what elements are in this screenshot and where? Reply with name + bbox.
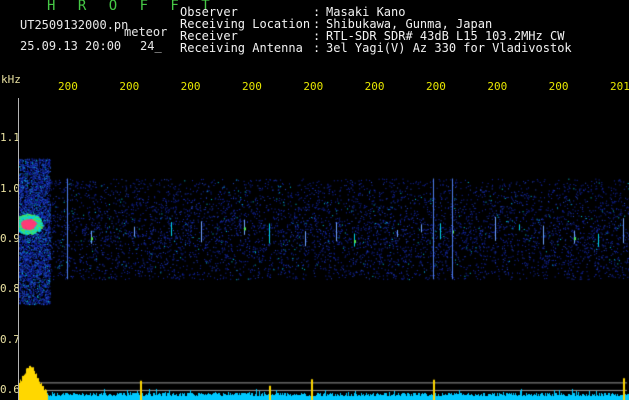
antenna-separator: : bbox=[313, 41, 321, 55]
x-tick-label: 200 bbox=[426, 80, 446, 93]
y-tick-label: 1.1 bbox=[0, 131, 20, 145]
y-tick-label: 0.7 bbox=[0, 332, 20, 346]
y-tick-label: 0.9 bbox=[0, 231, 20, 245]
x-tick-label: 2010 bbox=[610, 80, 629, 93]
x-tick-label: 200 bbox=[242, 80, 262, 93]
antenna-label: Receiving Antenna bbox=[180, 41, 303, 55]
file-suffix: meteor bbox=[124, 25, 168, 39]
antenna-value: 3el Yagi(V) Az 330 for Vladivostok bbox=[326, 41, 572, 55]
x-tick-label: 200 bbox=[180, 80, 201, 93]
x-tick-label: 200 bbox=[487, 80, 508, 93]
x-tick-label: 200 bbox=[548, 80, 569, 93]
capture-timestamp: 25.09.13 20:00 bbox=[20, 39, 122, 53]
x-tick-label: 200 bbox=[58, 80, 78, 93]
x-tick-label: 200 bbox=[364, 80, 385, 93]
spectrogram-canvas bbox=[18, 98, 629, 400]
y-tick-label: 0.8 bbox=[0, 282, 20, 296]
y-axis-unit: kHz bbox=[1, 73, 21, 86]
x-tick-label: 200 bbox=[303, 80, 324, 93]
x-tick-label: 200 bbox=[119, 80, 140, 93]
y-tick-label: 1.0 bbox=[0, 181, 20, 195]
file-name: UT2509132000.pn bbox=[20, 18, 129, 32]
y-axis-line bbox=[18, 98, 19, 400]
y-tick-label: 0.6 bbox=[0, 382, 20, 396]
capture-counter: 24_ bbox=[140, 39, 162, 53]
